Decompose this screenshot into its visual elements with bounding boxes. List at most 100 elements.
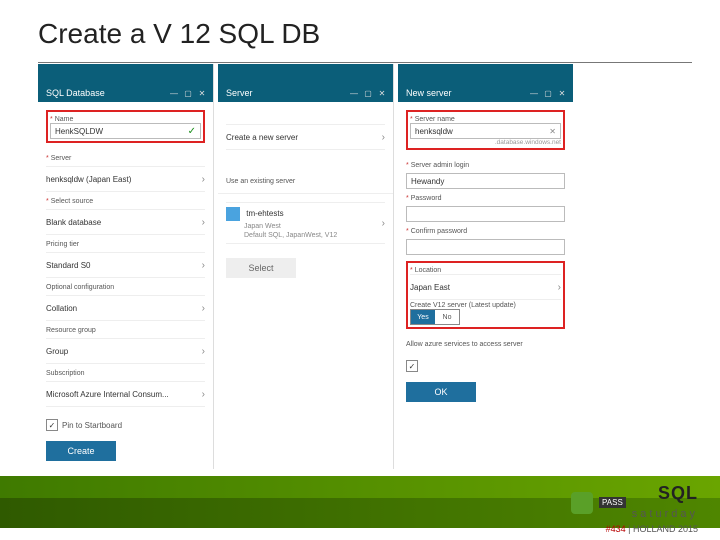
allow-row[interactable]: ✓	[406, 360, 565, 372]
blade-new-server: New server — ▢ ✕ Server name henksqldw ✕…	[398, 64, 573, 469]
blade-sql-database: SQL Database — ▢ ✕ Name HenkSQLDW ✓ Serv…	[38, 64, 214, 469]
sub-value: Microsoft Azure Internal Consum...	[46, 390, 169, 399]
config-value: Collation	[46, 304, 77, 313]
blade-header: New server — ▢ ✕	[398, 64, 573, 102]
allow-checkbox[interactable]: ✓	[406, 360, 418, 372]
newserver-label: Create a new server	[226, 133, 298, 142]
valid-icon: ✓	[188, 126, 196, 137]
existing-loc: Japan West	[244, 223, 281, 230]
event-number: #434	[606, 524, 626, 534]
slide-title: Create a V 12 SQL DB	[0, 0, 720, 54]
title-rule	[38, 62, 692, 63]
restore-icon[interactable]: ▢	[543, 89, 553, 98]
sqlsaturday-logo: PASS SQL saturday #434 | HOLLAND 2015	[571, 483, 698, 534]
tier-selector[interactable]: Standard S0 ›	[46, 252, 205, 278]
pin-row[interactable]: ✓ Pin to Startboard	[46, 419, 205, 431]
server-value: henksqldw (Japan East)	[46, 175, 131, 184]
existing-label: Use an existing server	[226, 178, 385, 185]
minimize-icon[interactable]: —	[349, 89, 359, 98]
blade-title: New server	[406, 88, 529, 98]
source-label: Select source	[46, 198, 205, 205]
clear-icon[interactable]: ✕	[549, 127, 556, 136]
select-button[interactable]: Select	[226, 258, 296, 278]
close-icon[interactable]: ✕	[557, 89, 567, 98]
sub-selector[interactable]: Microsoft Azure Internal Consum... ›	[46, 381, 205, 407]
source-value: Blank database	[46, 218, 101, 227]
sname-label: Server name	[410, 116, 561, 123]
v12-label: Create V12 server (Latest update)	[410, 302, 561, 309]
toggle-yes[interactable]: Yes	[411, 310, 435, 324]
restore-icon[interactable]: ▢	[363, 89, 373, 98]
login-value: Hewandy	[411, 177, 444, 186]
location-selector[interactable]: Japan East ›	[410, 274, 561, 300]
existing-name: tm-ehtests	[246, 209, 283, 218]
v12-toggle[interactable]: Yes No	[410, 309, 460, 325]
event-location: HOLLAND 2015	[633, 524, 698, 534]
allow-label: Allow azure services to access server	[406, 341, 565, 348]
ok-button[interactable]: OK	[406, 382, 476, 402]
name-input[interactable]: HenkSQLDW ✓	[50, 123, 201, 139]
source-selector[interactable]: Blank database ›	[46, 209, 205, 235]
chevron-right-icon: ›	[202, 346, 205, 357]
chevron-right-icon: ›	[202, 174, 205, 185]
cpwd-label: Confirm password	[406, 228, 565, 235]
login-input[interactable]: Hewandy	[406, 173, 565, 189]
create-button[interactable]: Create	[46, 441, 116, 461]
azure-blades: SQL Database — ▢ ✕ Name HenkSQLDW ✓ Serv…	[0, 54, 720, 469]
config-label: Optional configuration	[46, 284, 205, 291]
name-label: Name	[50, 116, 201, 123]
server-selector[interactable]: henksqldw (Japan East) ›	[46, 166, 205, 192]
rg-label: Resource group	[46, 327, 205, 334]
close-icon[interactable]: ✕	[197, 89, 207, 98]
chevron-right-icon: ›	[382, 218, 385, 229]
existing-server-item[interactable]: tm-ehtests Japan West Default SQL, Japan…	[226, 202, 385, 244]
config-selector[interactable]: Collation ›	[46, 295, 205, 321]
create-new-server[interactable]: Create a new server ›	[226, 124, 385, 150]
highlight-location-v12: Location Japan East › Create V12 server …	[406, 261, 565, 329]
chevron-right-icon: ›	[202, 303, 205, 314]
pass-icon	[571, 492, 593, 514]
chevron-right-icon: ›	[202, 389, 205, 400]
restore-icon[interactable]: ▢	[183, 89, 193, 98]
existing-ver: Default SQL, JapanWest, V12	[244, 232, 337, 239]
tier-label: Pricing tier	[46, 241, 205, 248]
chevron-right-icon: ›	[202, 217, 205, 228]
chevron-right-icon: ›	[558, 282, 561, 293]
pwd-input[interactable]	[406, 206, 565, 222]
chevron-right-icon: ›	[202, 260, 205, 271]
pass-label: PASS	[599, 497, 626, 508]
toggle-no[interactable]: No	[435, 310, 459, 324]
login-label: Server admin login	[406, 162, 565, 169]
server-label: Server	[46, 155, 205, 162]
sname-suffix: .database.windows.net	[410, 139, 561, 146]
blade-header: Server — ▢ ✕	[218, 64, 393, 102]
sname-input[interactable]: henksqldw ✕	[410, 123, 561, 139]
rg-value: Group	[46, 347, 68, 356]
pin-label: Pin to Startboard	[62, 421, 122, 430]
cpwd-input[interactable]	[406, 239, 565, 255]
blade-server: Server — ▢ ✕ Create a new server › Use a…	[218, 64, 394, 469]
server-icon	[226, 207, 240, 221]
blade-header: SQL Database — ▢ ✕	[38, 64, 213, 102]
sub-label: Subscription	[46, 370, 205, 377]
event-tag: #434 | HOLLAND 2015	[571, 524, 698, 534]
chevron-right-icon: ›	[382, 132, 385, 143]
logo-sql: SQL	[658, 483, 698, 503]
tier-value: Standard S0	[46, 261, 90, 270]
loc-value: Japan East	[410, 283, 450, 292]
minimize-icon[interactable]: —	[529, 89, 539, 98]
slide-footer: PASS SQL saturday #434 | HOLLAND 2015	[0, 476, 720, 540]
pwd-label: Password	[406, 195, 565, 202]
sname-value: henksqldw	[415, 127, 453, 136]
pin-checkbox[interactable]: ✓	[46, 419, 58, 431]
minimize-icon[interactable]: —	[169, 89, 179, 98]
highlight-name: Name HenkSQLDW ✓	[46, 110, 205, 143]
close-icon[interactable]: ✕	[377, 89, 387, 98]
blade-title: SQL Database	[46, 88, 169, 98]
rg-selector[interactable]: Group ›	[46, 338, 205, 364]
loc-label: Location	[410, 267, 561, 274]
name-value: HenkSQLDW	[55, 127, 103, 136]
highlight-server-name: Server name henksqldw ✕ .database.window…	[406, 110, 565, 150]
logo-saturday: saturday	[632, 508, 698, 520]
blade-title: Server	[226, 88, 349, 98]
